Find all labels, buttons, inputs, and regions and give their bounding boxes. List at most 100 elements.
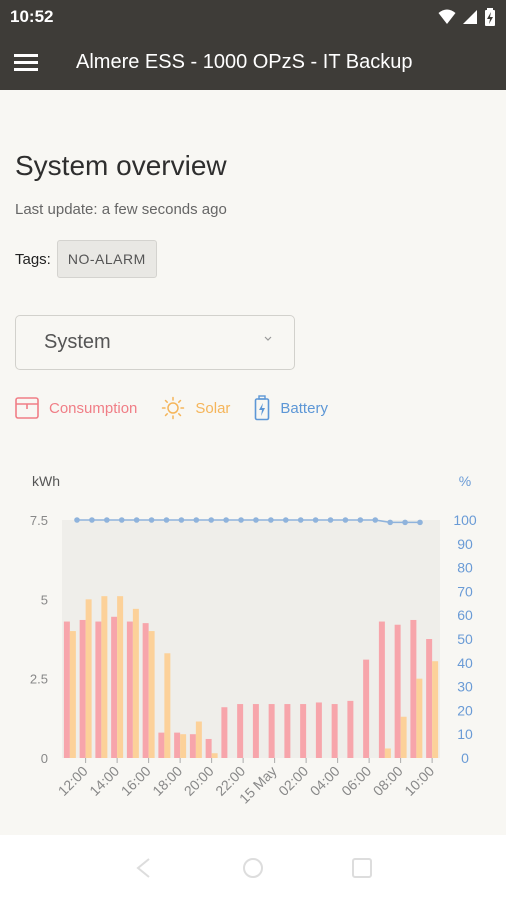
solar-bar [416,678,423,758]
legend-battery[interactable]: Battery [254,395,328,421]
consumption-bar [126,621,133,758]
battery-point [238,517,244,523]
consumption-bar [315,702,322,758]
consumption-bar [205,738,212,758]
x-tick-label: 12:00 [55,763,91,799]
menu-button[interactable] [0,34,52,90]
consumption-bar [394,624,401,758]
solar-bar [101,596,108,758]
consumption-bar [378,621,385,758]
status-bar: 10:52 [0,0,506,34]
battery-point [133,517,140,523]
system-selector[interactable]: System [15,315,295,370]
battery-point [118,517,125,523]
right-tick-label: 60 [457,607,473,623]
battery-point [357,517,364,523]
battery-point [148,517,155,523]
solar-bar [148,631,155,758]
left-tick-label: 5 [41,592,48,607]
right-tick-label: 50 [457,631,473,647]
left-tick-label: 7.5 [30,513,48,528]
x-tick-label: 20:00 [181,763,217,799]
battery-point [387,519,393,526]
legend-solar-label: Solar [195,399,231,417]
chart-legend: Consumption Solar Battery [15,395,352,421]
solar-bar [132,608,139,758]
battery-point [104,517,110,523]
right-tick-label: 100 [453,512,477,528]
consumption-bar [237,704,244,758]
legend-consumption-label: Consumption [49,399,138,417]
consumption-bar [79,619,86,758]
solar-bar [164,653,171,758]
legend-solar[interactable]: Solar [161,396,230,420]
x-tick-label: 08:00 [370,763,406,799]
x-tick-label: 10:00 [401,763,437,799]
page-title: System overview [15,150,227,181]
hamburger-menu-icon [14,54,38,71]
right-tick-label: 80 [457,560,473,576]
battery-point [327,517,334,523]
solar-bar [400,716,407,758]
sun-icon [162,396,185,420]
consumption-bar [252,704,259,758]
solar-bar [180,734,187,758]
battery-point [163,517,170,523]
legend-battery-label: Battery [280,399,328,417]
app-bar: Almere ESS - 1000 OPzS - IT Backup [0,34,506,90]
tags-label: Tags: [15,250,51,268]
consumption-bar [268,704,275,758]
back-icon[interactable] [133,857,155,879]
right-tick-label: 30 [457,679,473,695]
consumption-bar [284,704,291,758]
right-tick-label: 10 [457,726,473,742]
solar-bar [117,596,124,758]
consumption-bar [158,732,165,758]
recents-icon[interactable] [351,857,373,879]
solar-bar [384,748,391,758]
tag-badge[interactable]: NO-ALARM [56,240,157,278]
solar-bar [195,721,202,758]
solar-bar [432,661,439,758]
solar-bar [69,631,76,758]
consumption-bar [426,639,433,758]
right-axis-label: % [459,475,471,489]
main-content: System overview Last update: a few secon… [0,90,506,835]
right-tick-label: 0 [461,750,469,766]
consumption-bar [142,623,149,758]
wifi-icon [438,9,456,24]
consumption-bar [363,659,370,758]
right-tick-label: 90 [457,536,473,552]
consumption-bar [300,704,307,758]
right-tick-label: 40 [457,655,473,671]
left-tick-label: 2.5 [30,672,48,687]
x-tick-label: 14:00 [86,763,122,799]
consumption-bar [95,621,102,758]
battery-point [193,517,200,523]
consumption-bar [174,732,181,758]
battery-point [372,517,379,523]
home-icon[interactable] [242,857,264,879]
consumption-bar [111,616,118,758]
signal-icon [463,10,477,24]
last-update-text: Last update: a few seconds ago [15,201,227,218]
chevron-down-icon [264,336,272,341]
battery-point [342,517,349,523]
left-axis-label: kWh [32,475,60,489]
legend-consumption[interactable]: Consumption [15,397,137,419]
battery-point [223,517,229,523]
x-tick-label: 06:00 [338,763,374,799]
battery-point [253,517,259,523]
battery-point [208,517,215,523]
energy-chart-svg: kWh %7.552.50100908070605040302010012:001… [30,473,477,807]
system-icons [438,8,496,26]
battery-point [297,517,304,523]
consumption-bar [189,734,196,758]
battery-status-icon [485,8,495,26]
consumption-bar [347,700,354,758]
left-tick-label: 0 [41,751,48,766]
battery-point [417,519,423,526]
right-tick-label: 20 [457,702,473,718]
battery-icon [255,395,270,421]
solar-bar [85,599,92,758]
